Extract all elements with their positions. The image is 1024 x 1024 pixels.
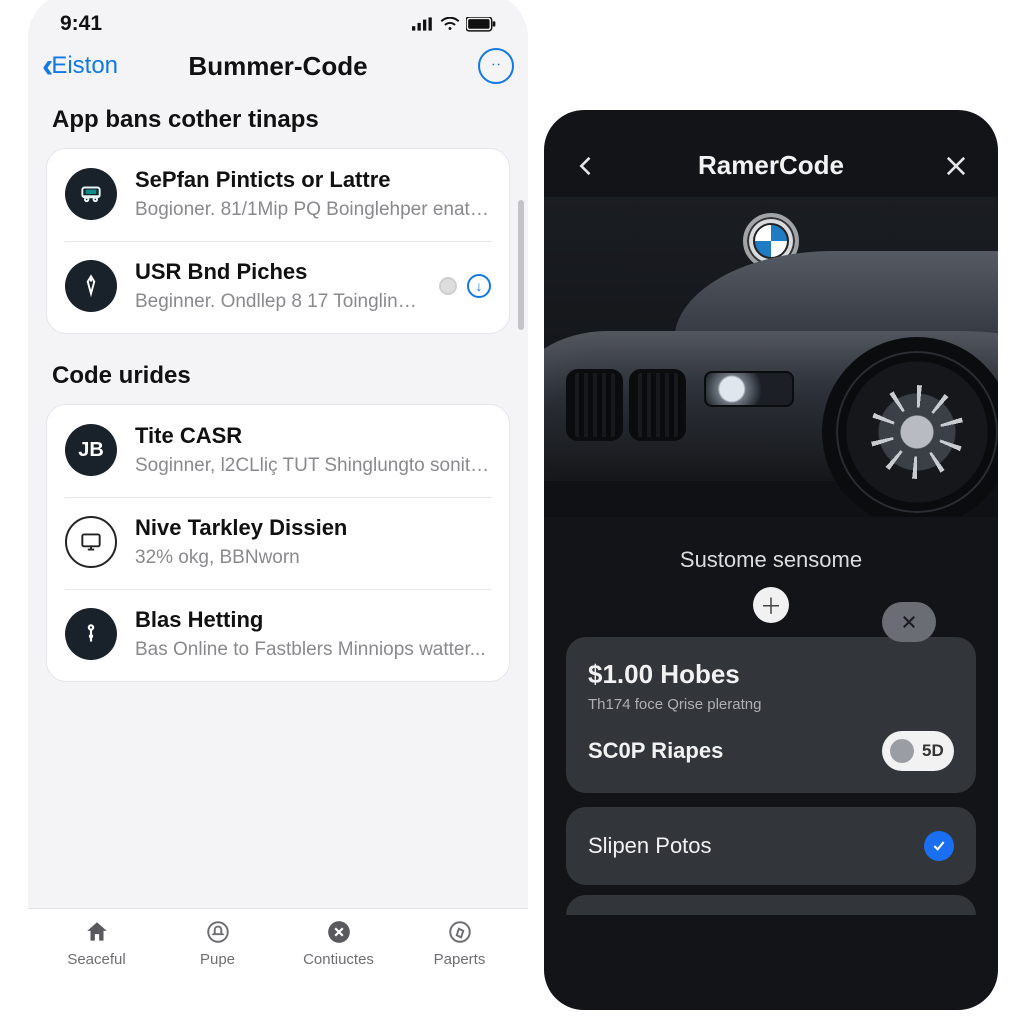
section-2-card: JB Tite CASR Soginner, l2CLliç TUT Shing… <box>46 404 510 682</box>
phone-light: 9:41 ‹ Eiston Bummer-Code App bans cothe… <box>28 0 528 992</box>
tab-label: Pupe <box>200 951 235 968</box>
list-item-text: Tite CASR Soginner, l2CLliç TUT Shinglun… <box>135 423 491 477</box>
wifi-icon <box>440 17 460 31</box>
vehicle-icon <box>65 168 117 220</box>
bell-icon <box>205 919 231 945</box>
panel-title: $1.00 Hobes <box>588 659 954 690</box>
list-item-subtitle: Beginner. Ondllep 8 17 Toingline Contiri… <box>135 291 421 313</box>
list-item-title: Nive Tarkley Dissien <box>135 515 491 541</box>
face-icon <box>487 57 505 75</box>
list-item[interactable]: JB Tite CASR Soginner, l2CLliç TUT Shing… <box>47 405 509 497</box>
panel-subtitle: Th174 foce Qrise pleratng <box>588 696 954 713</box>
nav-bar: ‹ Eiston Bummer-Code <box>28 42 528 100</box>
list-item-subtitle: Bas Online to Fastblers Minniops watter.… <box>135 639 491 661</box>
close-circle-icon <box>326 919 352 945</box>
list-item[interactable]: Nive Tarkley Dissien 32% okg, BBNworn <box>47 497 509 589</box>
scrollbar[interactable] <box>518 200 524 330</box>
close-icon[interactable] <box>942 152 970 180</box>
panel: $1.00 Hobes Th174 foce Qrise pleratng SC… <box>566 637 976 793</box>
toggle-knob <box>890 739 914 763</box>
status-icons <box>412 17 496 32</box>
info-icon[interactable]: ↓ <box>467 274 491 298</box>
toggle-5d[interactable]: 5D <box>882 731 954 771</box>
section-title: Sustome sensome <box>544 517 998 587</box>
back-button[interactable]: ‹ Eiston <box>42 49 118 83</box>
status-time: 9:41 <box>60 12 102 36</box>
panel-row: SC0P Riapes 5D <box>588 731 954 771</box>
car-illustration <box>544 231 998 517</box>
tab-paperts[interactable]: Paperts <box>399 919 520 968</box>
pen-icon <box>65 260 117 312</box>
home-icon <box>84 919 110 945</box>
list-item-title: Blas Hetting <box>135 607 491 633</box>
status-dot <box>439 277 457 295</box>
compass-icon <box>447 919 473 945</box>
list-item-title: SePfan Pinticts or Lattre <box>135 167 491 193</box>
toggle-text: 5D <box>922 741 944 761</box>
list-item[interactable]: USR Bnd Piches Beginner. Ondllep 8 17 To… <box>47 241 509 333</box>
panel-label: SC0P Riapes <box>588 738 723 764</box>
tab-contiuctes[interactable]: Contiuctes <box>278 919 399 968</box>
page-title: RamerCode <box>698 150 844 181</box>
dismiss-chip[interactable] <box>882 602 936 642</box>
tab-pupe[interactable]: Pupe <box>157 919 278 968</box>
status-bar: 9:41 <box>28 0 528 42</box>
section-title-2: Code urides <box>28 334 528 404</box>
option-row[interactable]: Slipen Potos <box>566 807 976 885</box>
list-item-trailing: ↓ <box>439 274 491 298</box>
avatar-initials: JB <box>65 424 117 476</box>
settings-icon <box>65 608 117 660</box>
hero-image <box>544 197 998 517</box>
section: Sustome sensome ＋ $1.00 Hobes Th174 foce… <box>544 517 998 915</box>
tab-label: Contiuctes <box>303 951 374 968</box>
list-item-title: USR Bnd Piches <box>135 259 421 285</box>
list-item-subtitle: 32% okg, BBNworn <box>135 547 491 569</box>
monitor-icon <box>65 516 117 568</box>
add-button[interactable]: ＋ <box>753 587 789 623</box>
tab-bar: Seaceful Pupe Contiuctes Paperts <box>28 908 528 992</box>
list-item-title: Tite CASR <box>135 423 491 449</box>
battery-icon <box>466 17 496 32</box>
tab-label: Seaceful <box>67 951 125 968</box>
cellular-icon <box>412 17 434 31</box>
list-item-subtitle: Soginner, l2CLliç TUT Shinglungto soniti… <box>135 455 491 477</box>
list-item-text: Blas Hetting Bas Online to Fastblers Min… <box>135 607 491 661</box>
nav-action-button[interactable] <box>478 48 514 84</box>
list-item-text: USR Bnd Piches Beginner. Ondllep 8 17 To… <box>135 259 421 313</box>
list-item-text: SePfan Pinticts or Lattre Bogioner. 81/1… <box>135 167 491 221</box>
list-item[interactable]: SePfan Pinticts or Lattre Bogioner. 81/1… <box>47 149 509 241</box>
check-icon <box>924 831 954 861</box>
nav-bar: RamerCode <box>544 110 998 197</box>
tab-label: Paperts <box>434 951 486 968</box>
back-arrow-icon[interactable] <box>572 152 600 180</box>
tab-seaceful[interactable]: Seaceful <box>36 919 157 968</box>
list-item[interactable]: Blas Hetting Bas Online to Fastblers Min… <box>47 589 509 681</box>
section-title-1: App bans cother tinaps <box>28 100 528 148</box>
list-item-text: Nive Tarkley Dissien 32% okg, BBNworn <box>135 515 491 569</box>
option-label: Slipen Potos <box>588 833 712 859</box>
list-item-subtitle: Bogioner. 81/1Mip PQ Boinglehper enatch.… <box>135 199 491 221</box>
phone-dark: RamerCode Sustome sensome ＋ $1.00 Hobes … <box>544 110 998 1010</box>
section-1-card: SePfan Pinticts or Lattre Bogioner. 81/1… <box>46 148 510 334</box>
back-label: Eiston <box>51 52 118 80</box>
next-card-peek <box>566 895 976 915</box>
